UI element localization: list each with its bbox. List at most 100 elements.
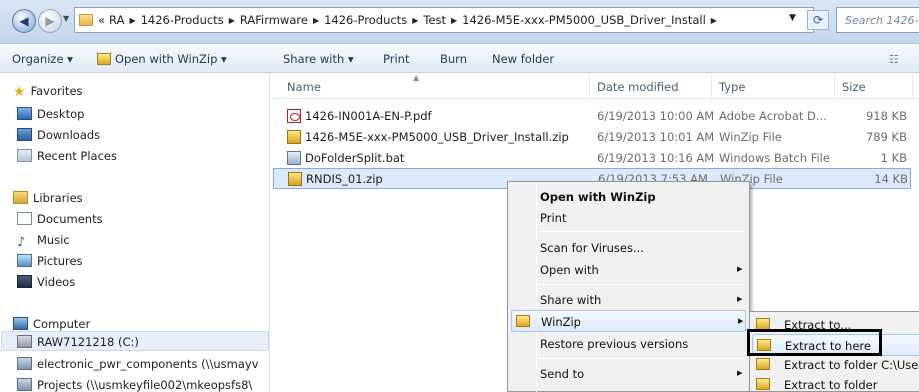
file-row[interactable]: DoFolderSplit.bat 6/19/2013 10:16 AM Win… (271, 148, 919, 169)
print-button[interactable]: Print (383, 52, 409, 66)
winzip-icon (97, 53, 111, 65)
forward-button[interactable]: ▶ (38, 9, 62, 33)
network-drive-icon (17, 378, 32, 391)
menu-winzip[interactable]: WinZip ▶ (511, 310, 746, 332)
breadcrumb-1426-products-2[interactable]: 1426-Products (324, 13, 407, 27)
menu-open-with[interactable]: Open with ▶ (511, 259, 746, 281)
nav-desktop[interactable]: Desktop (17, 107, 84, 121)
breadcrumb-current[interactable]: 1426-M5E-xxx-PM5000_USB_Driver_Install (462, 13, 706, 27)
column-divider[interactable] (834, 74, 835, 98)
breadcrumb-ra[interactable]: RA (109, 13, 124, 27)
nav-network-drive-2-label: Projects (\\usmkeyfile002\mkeopsfs8\ (37, 378, 253, 392)
menu-open-with-winzip[interactable]: Open with WinZip (511, 186, 746, 208)
refresh-button[interactable]: ⟳ (807, 10, 829, 30)
organize-button[interactable]: Organize ▾ (12, 52, 73, 66)
context-menu: Open with WinZip Print Scan for Viruses.… (507, 181, 750, 392)
breadcrumb-overflow[interactable]: « (98, 13, 105, 27)
submenu-extract-to-folder-c[interactable]: Extract to folder C:\Users\ (752, 354, 919, 376)
chevron-right-icon[interactable]: ▶ (412, 16, 418, 25)
winzip-icon (516, 315, 530, 327)
file-name-cell: 1426-IN001A-EN-P.pdf (287, 109, 432, 123)
nav-recent-places[interactable]: Recent Places (17, 149, 117, 163)
submenu-arrow-icon: ▶ (737, 265, 743, 273)
file-row[interactable]: 1426-M5E-xxx-PM5000_USB_Driver_Install.z… (271, 127, 919, 148)
back-button[interactable]: ◀ (12, 9, 36, 33)
file-name-cell: DoFolderSplit.bat (287, 151, 404, 165)
menu-separator (539, 358, 744, 359)
videos-icon (17, 275, 32, 288)
search-input[interactable]: Search 1426-M (836, 7, 919, 33)
file-name: DoFolderSplit.bat (305, 151, 405, 165)
nav-network-drive-1[interactable]: electronic_pwr_components (\\usmayv (17, 357, 259, 371)
nav-drive-c[interactable]: RAW7121218 (C:) (17, 335, 139, 349)
chevron-right-icon[interactable]: ▶ (451, 16, 457, 25)
computer-icon (13, 317, 28, 330)
menu-restore-label: Restore previous versions (540, 337, 689, 351)
nav-music[interactable]: ♪ Music (17, 233, 70, 250)
column-divider[interactable] (711, 74, 712, 98)
share-with-button[interactable]: Share with ▾ (283, 52, 354, 66)
submenu-extract-to-folder[interactable]: Extract to folder (752, 374, 919, 392)
nav-pictures-label: Pictures (37, 254, 83, 268)
column-header-name[interactable]: Name (287, 80, 321, 94)
submenu-arrow-icon: ▶ (737, 295, 743, 303)
breadcrumb-1426-products[interactable]: 1426-Products (141, 13, 224, 27)
nav-music-label: Music (37, 233, 70, 247)
menu-open-with-winzip-label: Open with WinZip (540, 190, 656, 204)
menu-send-to-label: Send to (540, 367, 585, 381)
menu-share-with-label: Share with (540, 293, 602, 307)
menu-send-to[interactable]: Send to ▶ (511, 363, 746, 385)
chevron-right-icon[interactable]: ▶ (313, 16, 319, 25)
new-folder-button[interactable]: New folder (492, 52, 554, 66)
address-path[interactable]: « RA ▶ 1426-Products ▶ RAFirmware ▶ 1426-Pr… (74, 7, 814, 33)
zip-file-icon (288, 172, 302, 186)
breadcrumb-test[interactable]: Test (423, 13, 446, 27)
chevron-right-icon[interactable]: ▶ (129, 16, 135, 25)
address-bar-area: ◀ ▶ ▼ « RA ▶ 1426-Products ▶ RAFirmware ▶ 1… (0, 0, 919, 44)
documents-icon (17, 212, 32, 225)
column-header-date[interactable]: Date modified (597, 80, 679, 94)
file-size: 918 KB (865, 109, 907, 123)
menu-print[interactable]: Print (511, 207, 746, 229)
submenu-extract-folder-label: Extract to folder (784, 378, 878, 392)
file-name: RNDIS_01.zip (306, 172, 383, 186)
menu-scan-label: Scan for Viruses... (540, 241, 644, 255)
column-divider[interactable] (912, 74, 913, 98)
file-date: 6/19/2013 10:01 AM (597, 130, 715, 144)
nav-favorites[interactable]: ★ Favorites (13, 84, 83, 100)
column-header-type[interactable]: Type (719, 80, 745, 94)
nav-computer[interactable]: Computer (13, 317, 90, 331)
address-dropdown-icon[interactable]: ▼ (789, 13, 796, 23)
nav-downloads[interactable]: Downloads (17, 128, 100, 142)
nav-libraries-label: Libraries (33, 191, 83, 205)
nav-pictures[interactable]: Pictures (17, 254, 83, 268)
file-type: WinZip File (719, 130, 782, 144)
nav-videos[interactable]: Videos (17, 275, 75, 289)
nav-videos-label: Videos (37, 275, 76, 289)
column-header-size[interactable]: Size (842, 80, 866, 94)
nav-documents-label: Documents (37, 212, 103, 226)
nav-libraries[interactable]: Libraries (13, 191, 83, 205)
column-divider[interactable] (589, 74, 590, 98)
breadcrumb-rafirmware[interactable]: RAFirmware (240, 13, 308, 27)
nav-favorites-label: Favorites (30, 84, 83, 98)
chevron-right-icon[interactable]: ▶ (711, 16, 717, 25)
file-date: 6/19/2013 10:00 AM (597, 109, 715, 123)
menu-print-label: Print (540, 211, 567, 225)
open-with-winzip-button[interactable]: Open with WinZip ▾ (97, 52, 227, 66)
recent-pages-dropdown[interactable]: ▼ (63, 14, 69, 23)
network-drive-disconnected-icon (17, 357, 32, 370)
burn-button[interactable]: Burn (440, 52, 467, 66)
menu-scan-for-viruses[interactable]: Scan for Viruses... (511, 237, 746, 259)
file-name-cell: 1426-M5E-xxx-PM5000_USB_Driver_Install.z… (287, 130, 569, 144)
chevron-right-icon[interactable]: ▶ (229, 16, 235, 25)
forward-arrow-icon: ▶ (45, 14, 55, 28)
view-options-icon[interactable]: ☷ (889, 53, 899, 66)
command-bar: Organize ▾ Open with WinZip ▾ Share with… (0, 45, 919, 73)
menu-share-with[interactable]: Share with ▶ (511, 289, 746, 311)
menu-restore-previous-versions[interactable]: Restore previous versions (511, 333, 746, 355)
file-row[interactable]: 1426-IN001A-EN-P.pdf 6/19/2013 10:00 AM … (271, 106, 919, 127)
nav-network-drive-2[interactable]: Projects (\\usmkeyfile002\mkeopsfs8\ (17, 378, 252, 392)
nav-documents[interactable]: Documents (17, 212, 103, 226)
file-name-cell: RNDIS_01.zip (288, 172, 383, 186)
